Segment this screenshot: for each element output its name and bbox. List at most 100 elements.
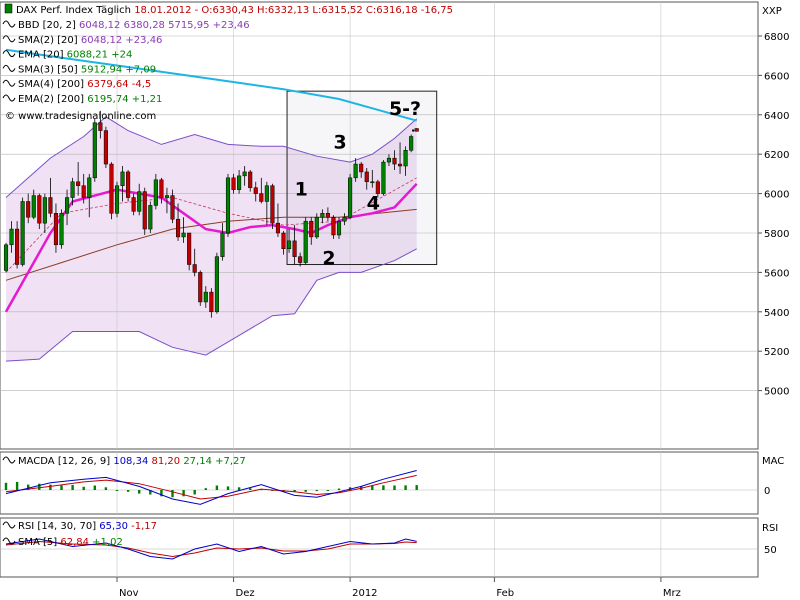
- y-tick-label: 6000: [764, 190, 789, 201]
- macd-hist-bar: [71, 484, 74, 490]
- candle-body: [148, 205, 153, 230]
- macd-hist-bar: [393, 485, 396, 490]
- rsi-legend: RSI [14, 30, 70] 65,30 -1,17: [18, 521, 157, 532]
- macd-legend-part: 81,20: [152, 456, 184, 467]
- candle-body: [287, 240, 292, 250]
- legend-item: SMA(3) [50] 5912,94 +7,09: [18, 64, 156, 75]
- legend-item-name: SMA(3) [50]: [18, 64, 81, 75]
- candle-body: [9, 228, 14, 246]
- candle-body: [353, 163, 358, 179]
- candle: [381, 160, 386, 196]
- candle-body: [87, 177, 92, 198]
- macd-hist-bar: [93, 485, 96, 490]
- candle-body: [403, 150, 408, 167]
- y-tick-label: 6600: [764, 71, 789, 82]
- rsi-legend-part: 65,30: [99, 521, 131, 532]
- candle-body: [159, 179, 164, 198]
- candle-body: [348, 177, 353, 218]
- annotation-dot: [411, 129, 415, 132]
- rsi-tick-label: 50: [764, 545, 777, 556]
- rsi-sma-legend-part: SMA [5]: [18, 537, 60, 548]
- y-tick-label: 6400: [764, 111, 789, 122]
- candle: [314, 213, 319, 239]
- y-tick-label: 5000: [764, 387, 789, 398]
- legend-item-values: 6379,64 -4,5: [87, 79, 151, 90]
- y-tick-label: 6200: [764, 150, 789, 161]
- macd-hist-bar: [215, 485, 219, 490]
- legend-item-name: EMA [20]: [18, 50, 67, 61]
- candle-body: [409, 136, 414, 151]
- macd-hist-bar: [171, 490, 174, 498]
- rsi-sma-legend-part: +1,02: [92, 537, 123, 548]
- candle-body: [192, 264, 197, 273]
- rsi-legend-part: -1,17: [131, 521, 157, 532]
- macd-hist-bar: [237, 487, 241, 490]
- candle-body: [114, 185, 120, 214]
- candle-body: [386, 157, 391, 163]
- candle-body: [20, 201, 25, 265]
- candle: [59, 209, 64, 249]
- candle-body: [81, 185, 86, 198]
- candle-body: [292, 240, 297, 257]
- legend-item-values: 6048,12 6380,28 5715,95 +23,46: [79, 20, 250, 31]
- candle: [92, 118, 97, 182]
- candle-body: [53, 213, 59, 246]
- y-tick-label: 5600: [764, 268, 789, 279]
- candle-body: [209, 291, 214, 313]
- candle: [348, 173, 353, 220]
- candle-body: [325, 213, 330, 218]
- candle-body: [342, 216, 347, 222]
- candle: [109, 162, 114, 220]
- candle: [225, 173, 231, 237]
- y-tick-label: 5200: [764, 347, 789, 358]
- rsi-sma-legend-part: 62,84: [60, 537, 92, 548]
- wave-label-2: 2: [322, 248, 335, 270]
- macd-hist-bar: [404, 485, 407, 490]
- candle-body: [3, 244, 9, 271]
- macd-axis-unit: MAC: [762, 456, 784, 467]
- candle-body: [298, 256, 303, 263]
- candle-body: [176, 218, 181, 238]
- candle: [198, 270, 203, 306]
- candle-body: [70, 181, 75, 198]
- macd-hist-bar: [315, 490, 318, 492]
- x-tick-label: 2012: [352, 588, 377, 599]
- macd-hist-bar: [15, 481, 19, 490]
- candle-body: [259, 193, 264, 202]
- candle-body: [225, 177, 231, 234]
- candle-body: [392, 157, 397, 165]
- y-tick-label: 5400: [764, 308, 789, 319]
- candle: [303, 217, 308, 265]
- macd-hist-bar: [82, 486, 85, 490]
- candle: [214, 252, 219, 314]
- macd-legend-part: 27,14: [183, 456, 215, 467]
- legend-item-values: 6048,12 +23,46: [81, 35, 163, 46]
- candle-body: [264, 185, 269, 202]
- candle-body: [120, 171, 125, 186]
- candle-body: [98, 122, 103, 131]
- candle-body: [275, 222, 280, 234]
- y-tick-label: 5800: [764, 229, 789, 240]
- legend-main: DAX Perf. Index Täglich 18.01.2012 - O:6…: [16, 5, 453, 16]
- legend-item: SMA(4) [200] 6379,64 -4,5: [18, 79, 151, 90]
- candle: [126, 169, 131, 202]
- candle-body: [131, 197, 136, 212]
- macd-hist-bar: [38, 483, 41, 490]
- candle-body: [414, 128, 419, 132]
- candle-body: [76, 181, 81, 186]
- legend-main-prefix: DAX Perf. Index Täglich: [16, 5, 134, 16]
- legend-item-values: 5912,94 +7,09: [81, 64, 156, 75]
- main-axis-unit: XXP: [762, 6, 782, 17]
- candle-body: [103, 130, 108, 165]
- candle: [103, 126, 108, 168]
- legend-item: BBD [20, 2] 6048,12 6380,28 5715,95 +23,…: [18, 20, 250, 31]
- candle-body: [336, 220, 342, 236]
- candle-body: [214, 256, 219, 313]
- macd-hist-bar: [49, 484, 52, 490]
- candle-body: [31, 195, 36, 218]
- candle-body: [370, 181, 375, 184]
- candle-body: [164, 195, 169, 198]
- macd-tick-label: 0: [764, 486, 770, 497]
- candle: [414, 128, 419, 132]
- candle-body: [314, 216, 319, 238]
